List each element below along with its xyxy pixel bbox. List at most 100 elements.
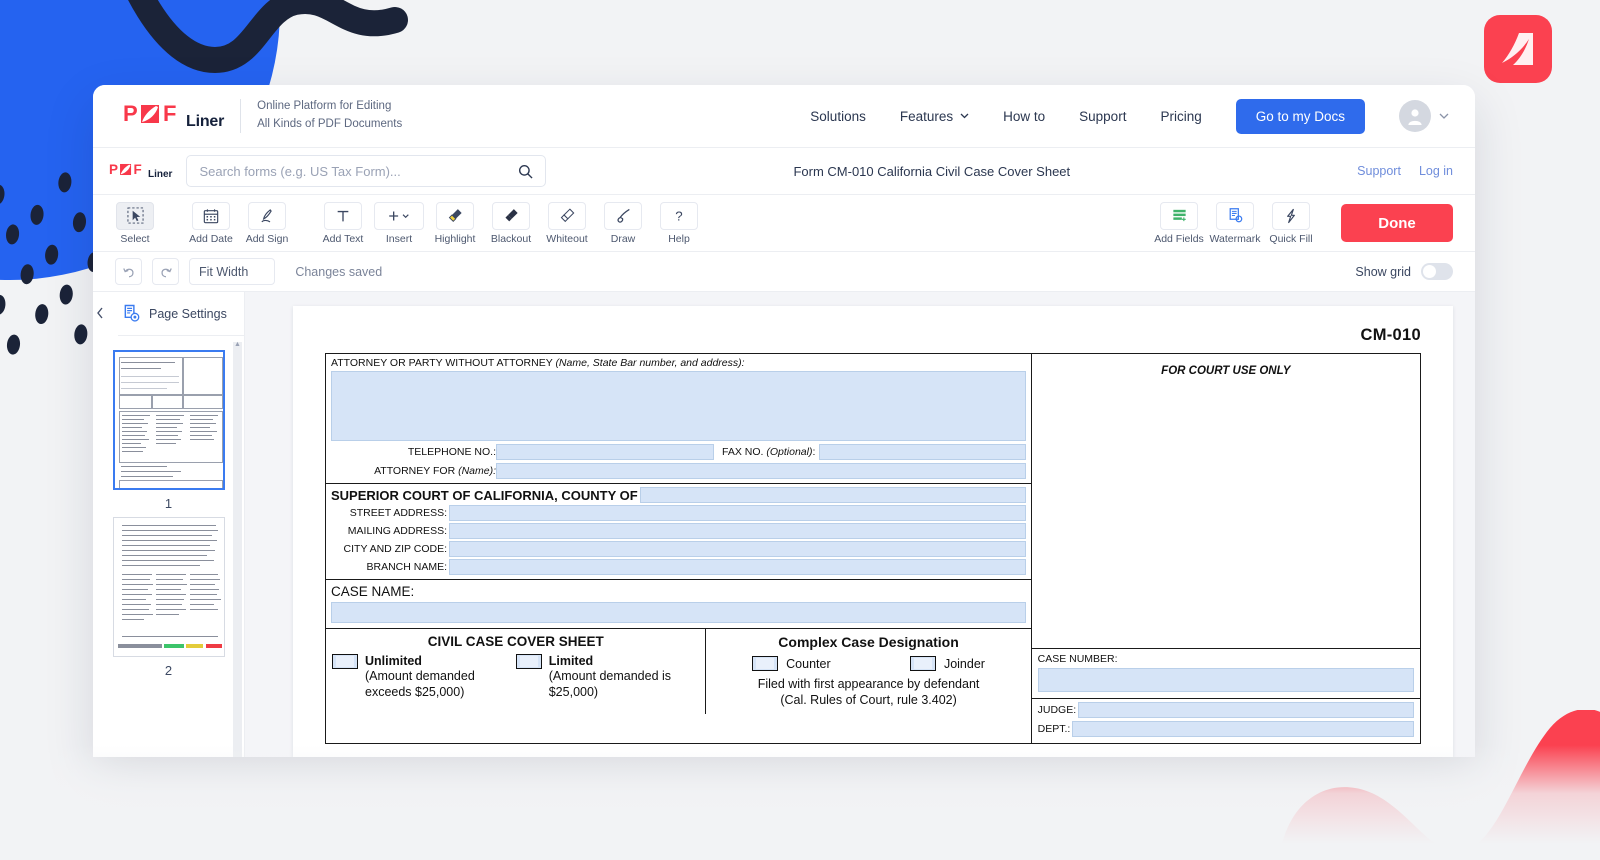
case-name-label: CASE NAME: bbox=[331, 584, 415, 599]
tool-label: Highlight bbox=[434, 232, 476, 245]
tool-add-sign[interactable]: Add Sign bbox=[239, 201, 295, 245]
tool-label: Select bbox=[120, 232, 150, 245]
search-box[interactable] bbox=[186, 155, 547, 187]
done-button[interactable]: Done bbox=[1341, 204, 1453, 242]
nav-item-features[interactable]: Features bbox=[900, 109, 969, 124]
login-link[interactable]: Log in bbox=[1419, 164, 1453, 178]
pdf-page-1[interactable]: CM-010 ATTORNEY OR PARTY WITHOUT ATTORNE… bbox=[293, 306, 1453, 757]
show-grid-toggle[interactable] bbox=[1421, 263, 1453, 280]
branch-name-input[interactable] bbox=[449, 559, 1026, 575]
complex-note-line-2: (Cal. Rules of Court, rule 3.402) bbox=[780, 693, 957, 708]
tool-select[interactable]: Select bbox=[107, 201, 163, 245]
zoom-level-select[interactable]: Fit Width bbox=[189, 258, 276, 285]
pdfliner-mini-logo[interactable]: P F Liner bbox=[109, 162, 172, 180]
checkbox-joinder[interactable] bbox=[909, 656, 936, 671]
page-thumbnail-2[interactable]: 2 bbox=[112, 517, 225, 678]
tool-whiteout[interactable]: Whiteout bbox=[539, 201, 595, 245]
tool-blackout[interactable]: Blackout bbox=[483, 201, 539, 245]
sidebar-collapse-button[interactable] bbox=[93, 306, 107, 323]
go-to-my-docs-button[interactable]: Go to my Docs bbox=[1235, 98, 1365, 134]
thumbnail-scrollbar[interactable] bbox=[233, 341, 242, 757]
tool-add-fields[interactable]: Add Fields bbox=[1151, 201, 1207, 245]
support-link[interactable]: Support bbox=[1357, 164, 1401, 178]
case-number-input[interactable] bbox=[1037, 668, 1414, 692]
checkbox-counter[interactable] bbox=[752, 656, 779, 671]
select-cursor-icon bbox=[116, 201, 154, 230]
mailing-address-input[interactable] bbox=[449, 523, 1026, 539]
form-code: CM-010 bbox=[1360, 326, 1421, 344]
editor-bar-links: Support Log in bbox=[1357, 164, 1453, 178]
redo-button[interactable] bbox=[152, 258, 179, 285]
brand-logo-block[interactable]: P F Liner Online Platform for Editing Al… bbox=[123, 98, 402, 134]
cm010-form: ATTORNEY OR PARTY WITHOUT ATTORNEY (Name… bbox=[325, 353, 1421, 744]
tool-add-date[interactable]: Add Date bbox=[183, 201, 239, 245]
account-menu[interactable] bbox=[1399, 100, 1449, 132]
tool-label: Add Fields bbox=[1154, 232, 1204, 245]
cover-options-row: Unlimited (Amount demanded exceeds $25,0… bbox=[332, 654, 699, 701]
document-canvas[interactable]: CM-010 ATTORNEY OR PARTY WITHOUT ATTORNE… bbox=[245, 292, 1475, 757]
street-address-input[interactable] bbox=[449, 505, 1026, 521]
undo-button[interactable] bbox=[115, 258, 142, 285]
toolbar-group-editing: Add Text Insert Highlight Blackout White… bbox=[315, 201, 707, 245]
page-settings-label: Page Settings bbox=[149, 306, 227, 321]
mailing-address-row: MAILING ADDRESS: bbox=[331, 523, 1026, 539]
court-use-label: FOR COURT USE ONLY bbox=[1161, 365, 1291, 377]
text-t-icon bbox=[324, 201, 362, 230]
editor-body: Page Settings ▲ 1 2 CM-010 ATTORNEY OR P… bbox=[93, 292, 1475, 757]
user-icon bbox=[1408, 109, 1422, 125]
county-input[interactable] bbox=[639, 487, 1026, 503]
attorney-for-hint: (Name): bbox=[458, 465, 496, 477]
judge-input[interactable] bbox=[1078, 702, 1414, 718]
branch-name-row: BRANCH NAME: bbox=[331, 559, 1026, 575]
option-limited[interactable]: Limited (Amount demanded is $25,000) bbox=[515, 654, 700, 701]
judge-label: JUDGE: bbox=[1037, 704, 1077, 716]
signature-pen-icon bbox=[248, 201, 286, 230]
option-counter[interactable]: Counter bbox=[752, 656, 831, 671]
page-settings-button[interactable]: Page Settings bbox=[118, 292, 244, 336]
site-header: P F Liner Online Platform for Editing Al… bbox=[93, 85, 1475, 148]
city-zip-input[interactable] bbox=[449, 541, 1026, 557]
option-joinder-label: Joinder bbox=[943, 656, 985, 671]
attorney-for-input[interactable] bbox=[496, 463, 1026, 479]
attorney-for-label-text: ATTORNEY FOR bbox=[374, 465, 456, 477]
tool-label: Whiteout bbox=[546, 232, 588, 245]
nav-item-how-to[interactable]: How to bbox=[1003, 109, 1045, 124]
pdfliner-logo[interactable]: P F Liner bbox=[123, 102, 224, 131]
nav-item-support[interactable]: Support bbox=[1079, 109, 1126, 124]
case-name-input[interactable] bbox=[331, 602, 1026, 623]
tool-help[interactable]: ? Help bbox=[651, 201, 707, 245]
tool-add-text[interactable]: Add Text bbox=[315, 201, 371, 245]
mailing-address-label: MAILING ADDRESS: bbox=[347, 525, 447, 537]
dept-input[interactable] bbox=[1072, 721, 1414, 737]
thumbnail-image[interactable] bbox=[112, 517, 225, 657]
tool-insert[interactable]: Insert bbox=[371, 201, 427, 245]
tool-draw[interactable]: Draw bbox=[595, 201, 651, 245]
nav-label: Pricing bbox=[1160, 108, 1202, 124]
question-mark-icon: ? bbox=[660, 201, 698, 230]
tool-watermark[interactable]: Watermark bbox=[1207, 201, 1263, 245]
tool-highlight[interactable]: Highlight bbox=[427, 201, 483, 245]
tool-quick-fill[interactable]: Quick Fill bbox=[1263, 201, 1319, 245]
telephone-input[interactable] bbox=[496, 444, 714, 460]
fax-input[interactable] bbox=[819, 444, 1026, 460]
page-thumbnail-1[interactable]: 1 bbox=[112, 350, 225, 511]
nav-item-pricing[interactable]: Pricing bbox=[1160, 109, 1201, 124]
checkbox-limited[interactable] bbox=[515, 654, 542, 669]
tool-label: Watermark bbox=[1209, 232, 1261, 245]
redo-arrow-icon bbox=[160, 267, 172, 277]
svg-text:P: P bbox=[109, 162, 118, 177]
search-icon[interactable] bbox=[518, 164, 534, 179]
dept-row: DEPT.: bbox=[1038, 721, 1414, 737]
nav-item-solutions[interactable]: Solutions bbox=[810, 109, 866, 124]
attorney-input[interactable] bbox=[331, 371, 1026, 441]
chevron-down-icon bbox=[256, 269, 265, 275]
page-settings-icon bbox=[124, 304, 140, 322]
thumbnail-image[interactable] bbox=[112, 350, 225, 490]
logo-divider bbox=[240, 99, 242, 133]
checkbox-unlimited[interactable] bbox=[332, 654, 358, 669]
option-unlimited[interactable]: Unlimited (Amount demanded exceeds $25,0… bbox=[332, 654, 516, 701]
pages-sidebar: Page Settings ▲ 1 2 bbox=[93, 292, 245, 757]
search-input[interactable] bbox=[199, 163, 519, 179]
option-joinder[interactable]: Joinder bbox=[909, 656, 985, 671]
show-grid-control[interactable]: Show grid bbox=[1355, 263, 1453, 280]
